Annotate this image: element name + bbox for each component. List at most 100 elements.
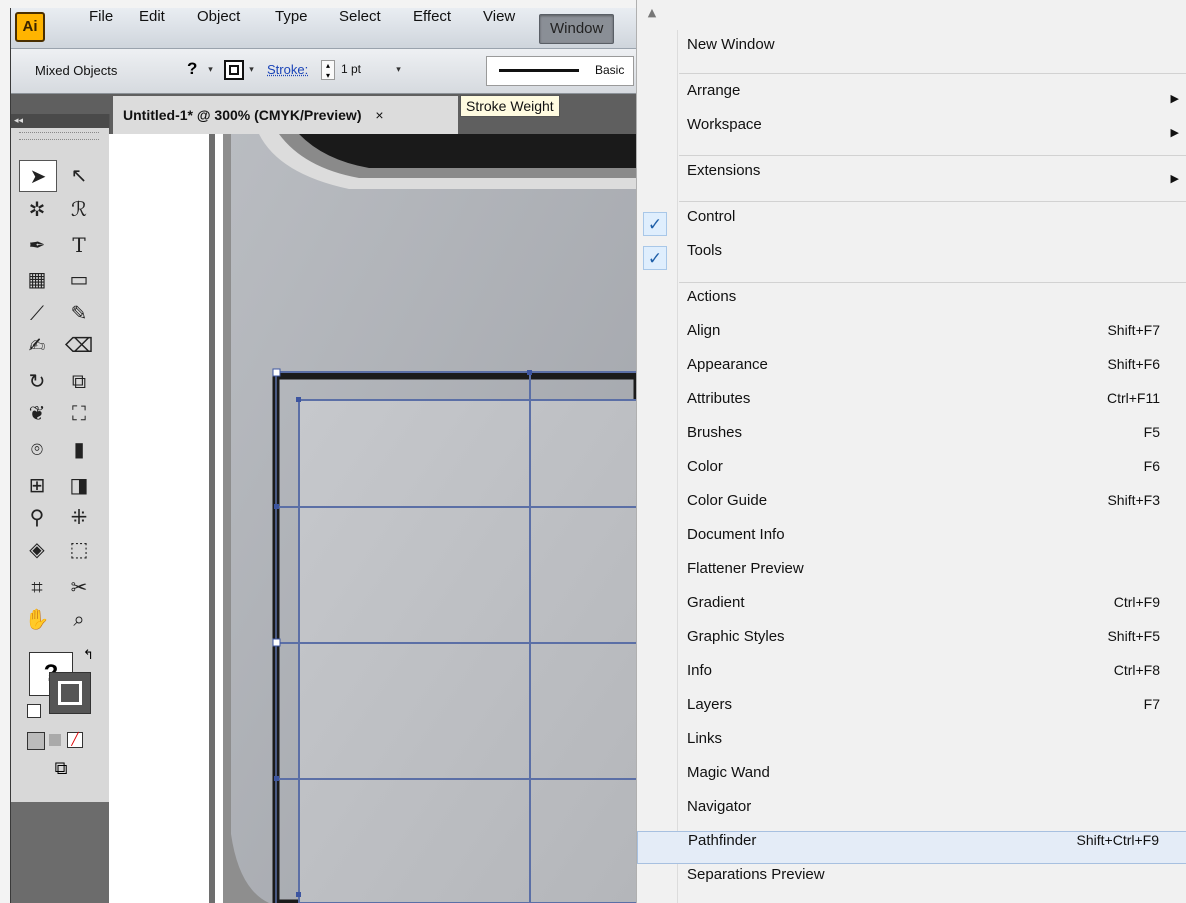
screen-mode-icon[interactable]: ⧉: [47, 758, 75, 779]
menu-item-new-window[interactable]: New Window: [637, 36, 1186, 69]
eraser-tool-icon[interactable]: ⌫: [59, 328, 99, 362]
menu-effect[interactable]: Effect: [413, 8, 451, 48]
menu-item-color-guide[interactable]: Color Guide Shift+F3: [637, 492, 1186, 525]
column-graph-tool-icon[interactable]: ▮: [59, 432, 99, 466]
menu-item-label: Actions: [687, 288, 737, 305]
control-panel: Mixed Objects ? ▾ ▾ Stroke: ▴ ▾ 1 pt ▾ Ba…: [11, 49, 637, 94]
hand-tool-icon[interactable]: ✋: [17, 602, 57, 636]
live-paint-bucket-tool-icon[interactable]: ◈: [17, 532, 57, 566]
brush-stroke-preview: [499, 69, 579, 72]
none-mode-icon[interactable]: ╱: [67, 732, 83, 748]
menu-item-navigator[interactable]: Navigator: [637, 798, 1186, 831]
live-paint-selection-tool-icon[interactable]: ⬚: [59, 532, 99, 566]
menu-item-tools[interactable]: ✓ Tools: [637, 242, 1186, 275]
selection-tool-icon[interactable]: ➤: [19, 160, 57, 192]
blend-tool-icon[interactable]: ⁜: [59, 500, 99, 534]
stroke-dropdown-icon[interactable]: ▾: [246, 60, 257, 80]
brush-definition-dropdown[interactable]: Basic: [486, 56, 634, 86]
submenu-arrow-icon: ▶: [1170, 92, 1179, 105]
menu-item-layers[interactable]: Layers F7: [637, 696, 1186, 729]
menu-window[interactable]: Window: [539, 14, 615, 44]
stroke-weight-tooltip: Stroke Weight: [460, 95, 560, 117]
stroke-weight-dropdown-icon[interactable]: ▾: [393, 60, 404, 80]
menu-item-shortcut: Ctrl+F8: [1113, 662, 1160, 678]
pencil-tool-icon[interactable]: ✎: [59, 296, 99, 330]
fill-dropdown-icon[interactable]: ▾: [205, 60, 216, 80]
scale-tool-icon[interactable]: ⧉: [59, 364, 99, 398]
menu-separator: [679, 201, 1186, 202]
menu-item-control[interactable]: ✓ Control: [637, 208, 1186, 241]
menu-separator: [679, 73, 1186, 74]
menu-item-label: Document Info: [687, 526, 785, 543]
line-segment-tool-icon[interactable]: ▦: [17, 262, 57, 296]
menu-item-arrange[interactable]: Arrange ▶: [637, 82, 1186, 115]
menu-view[interactable]: View: [483, 8, 515, 48]
menu-item-extensions[interactable]: Extensions ▶: [637, 162, 1186, 195]
menu-item-attributes[interactable]: Attributes Ctrl+F11: [637, 390, 1186, 423]
blob-brush-tool-icon[interactable]: ✍: [17, 328, 57, 362]
lasso-tool-icon[interactable]: ℛ: [59, 192, 99, 226]
fill-swatch[interactable]: ?: [187, 59, 197, 79]
close-tab-icon[interactable]: ×: [375, 107, 383, 123]
menu-file[interactable]: File: [89, 8, 113, 48]
menu-item-actions[interactable]: Actions: [637, 288, 1186, 321]
rotate-tool-icon[interactable]: ↻: [17, 364, 57, 398]
tools-collapse-handle[interactable]: ◂◂: [11, 114, 109, 128]
pen-tool-icon[interactable]: ✒: [17, 228, 57, 262]
submenu-arrow-icon: ▶: [1170, 126, 1179, 139]
symbol-sprayer-tool-icon[interactable]: ⌾: [17, 432, 57, 466]
default-fill-stroke-icon[interactable]: [27, 704, 41, 718]
gradient-mode-icon[interactable]: [49, 734, 61, 746]
panel-grip-icon[interactable]: [19, 132, 99, 140]
free-transform-tool-icon[interactable]: ⛶: [59, 396, 99, 430]
type-tool-icon[interactable]: T: [59, 228, 99, 262]
stroke-weight-value[interactable]: 1 pt: [341, 62, 361, 76]
stroke-weight-spinner-icon[interactable]: ▴ ▾: [321, 60, 335, 80]
magic-wand-tool-icon[interactable]: ✲: [17, 192, 57, 226]
color-mode-icon[interactable]: [27, 732, 45, 750]
menu-object[interactable]: Object: [197, 8, 240, 48]
document-tab[interactable]: Untitled-1* @ 300% (CMYK/Preview) ×: [113, 96, 458, 134]
warp-tool-icon[interactable]: ❦: [17, 396, 57, 430]
gradient-tool-icon[interactable]: ◨: [59, 468, 99, 502]
menu-item-color[interactable]: Color F6: [637, 458, 1186, 491]
artboard-tool-icon[interactable]: ⌗: [17, 570, 57, 604]
rectangle-tool-icon[interactable]: ▭: [59, 262, 99, 296]
menu-item-pathfinder[interactable]: Pathfinder Shift+Ctrl+F9: [637, 831, 1186, 864]
menu-item-links[interactable]: Links: [637, 730, 1186, 763]
menu-item-align[interactable]: Align Shift+F7: [637, 322, 1186, 355]
menu-type[interactable]: Type: [275, 8, 308, 48]
slice-tool-icon[interactable]: ✂: [59, 570, 99, 604]
tools-panel-empty-area: [11, 802, 109, 903]
menu-item-shortcut: F6: [1143, 458, 1160, 474]
menu-item-shortcut: Ctrl+F9: [1113, 594, 1160, 610]
menu-item-flattener-preview[interactable]: Flattener Preview: [637, 560, 1186, 593]
menu-item-label: Appearance: [687, 356, 768, 373]
menu-item-magic-wand[interactable]: Magic Wand: [637, 764, 1186, 797]
menu-item-shortcut: Shift+F5: [1107, 628, 1160, 644]
mesh-tool-icon[interactable]: ⊞: [17, 468, 57, 502]
menu-edit[interactable]: Edit: [139, 8, 165, 48]
stroke-color-box[interactable]: [49, 672, 91, 714]
menu-item-gradient[interactable]: Gradient Ctrl+F9: [637, 594, 1186, 627]
swap-fill-stroke-icon[interactable]: ↰: [83, 648, 94, 663]
document-tab-title: Untitled-1* @ 300% (CMYK/Preview): [123, 107, 362, 123]
menu-item-document-info[interactable]: Document Info: [637, 526, 1186, 559]
menu-item-workspace[interactable]: Workspace ▶: [637, 116, 1186, 149]
menu-scroll-up-icon[interactable]: ▲: [645, 6, 659, 20]
paintbrush-tool-icon[interactable]: ⟋: [17, 296, 57, 330]
direct-selection-tool-icon[interactable]: ↖: [59, 158, 99, 192]
artboard-canvas[interactable]: [109, 134, 637, 903]
stroke-label-link[interactable]: Stroke:: [267, 62, 308, 77]
menu-item-separations-preview[interactable]: Separations Preview: [637, 866, 1186, 899]
menu-item-label: Color: [687, 458, 723, 475]
stroke-swatch[interactable]: [224, 60, 244, 80]
menu-item-appearance[interactable]: Appearance Shift+F6: [637, 356, 1186, 389]
eyedropper-tool-icon[interactable]: ⚲: [17, 500, 57, 534]
zoom-tool-icon[interactable]: ⌕: [59, 602, 99, 636]
menu-select[interactable]: Select: [339, 8, 381, 48]
menu-item-brushes[interactable]: Brushes F5: [637, 424, 1186, 457]
menu-item-graphic-styles[interactable]: Graphic Styles Shift+F5: [637, 628, 1186, 661]
menu-item-info[interactable]: Info Ctrl+F8: [637, 662, 1186, 695]
menu-item-label: Pathfinder: [688, 832, 757, 849]
